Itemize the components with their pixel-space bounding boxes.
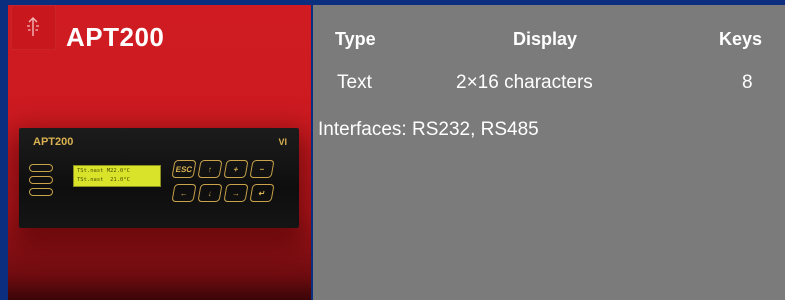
device-brand-label: APT200: [33, 136, 74, 148]
header-type: Type: [335, 29, 376, 49]
device-maker-logo: VI: [278, 137, 287, 147]
lcd-line-1: TSt.nast M22.0°C: [77, 168, 130, 174]
device-key-left: ←: [171, 184, 197, 202]
header-keys: Keys: [719, 29, 763, 49]
device-side-key: [29, 164, 53, 172]
specs-panel: Type Display Keys Text 2×16 characters 8…: [313, 5, 785, 300]
device-side-key: [29, 176, 53, 184]
value-display: 2×16 characters: [456, 72, 593, 93]
device-key-down: ↓: [197, 184, 223, 202]
device-key-right: →: [223, 184, 249, 202]
device-key-esc: ESC: [171, 160, 197, 178]
product-title: APT200: [66, 22, 165, 52]
device-key-up: ↑: [197, 160, 223, 178]
device-key-minus: −: [249, 160, 275, 178]
lcd-line-2: TSt.nast 21.0°C: [77, 177, 130, 183]
device-key-enter: ↵: [249, 184, 275, 202]
value-type: Text: [337, 72, 372, 93]
antenna-arrow-icon: [27, 17, 39, 36]
device-key-plus: +: [223, 160, 249, 178]
header-display: Display: [513, 29, 578, 49]
value-keys: 8: [742, 72, 753, 93]
interfaces-text: Interfaces: RS232, RS485: [318, 119, 539, 140]
logo-badge: [11, 5, 56, 50]
device-side-key: [29, 188, 53, 196]
product-image-panel: APT200 APT200 VI TSt.nast M22.0°C TSt.na…: [8, 5, 311, 300]
device-photo: APT200 VI TSt.nast M22.0°C TSt.nast 21.0…: [19, 128, 299, 228]
product-card: APT200 APT200 VI TSt.nast M22.0°C TSt.na…: [0, 0, 785, 300]
device-lcd: TSt.nast M22.0°C TSt.nast 21.0°C: [73, 165, 161, 187]
